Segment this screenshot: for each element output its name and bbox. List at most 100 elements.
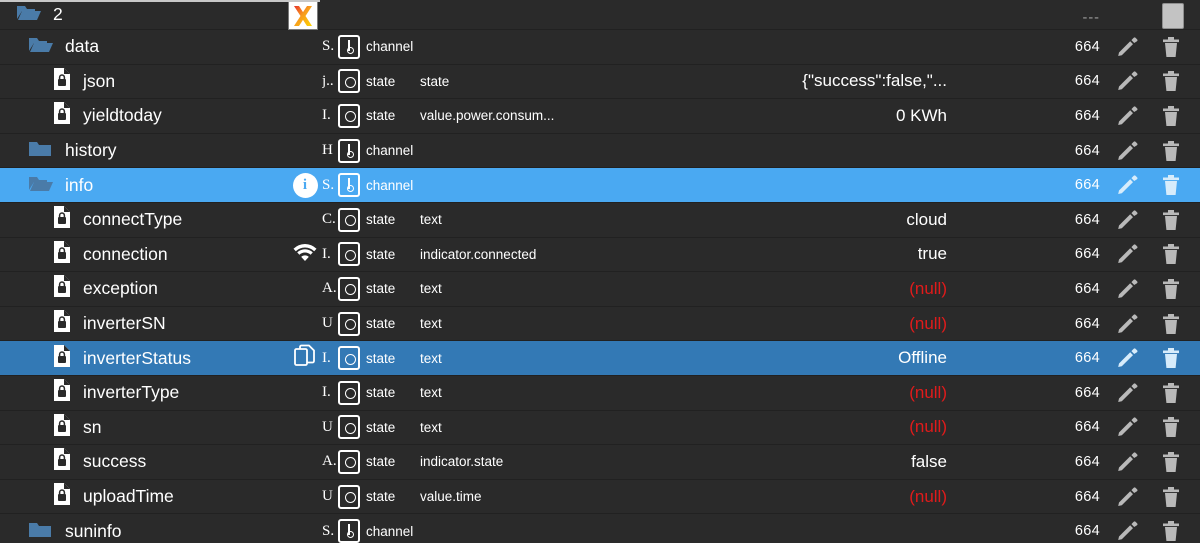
delete-button[interactable] bbox=[1156, 134, 1186, 168]
row-type-letter: S. bbox=[322, 176, 335, 193]
trash-icon bbox=[1161, 105, 1181, 127]
edit-button[interactable] bbox=[1112, 411, 1142, 445]
row-type-word: state bbox=[366, 385, 396, 401]
delete-button[interactable] bbox=[1156, 480, 1186, 514]
row-permission: 664 bbox=[1074, 73, 1100, 90]
file-lock-icon bbox=[52, 378, 72, 407]
edit-button[interactable] bbox=[1112, 272, 1142, 306]
x-logo-icon bbox=[288, 1, 318, 30]
row-value: 0 KWh bbox=[895, 105, 947, 125]
delete-button[interactable] bbox=[1156, 65, 1186, 99]
row-name-label: inverterType bbox=[83, 382, 180, 403]
delete-button[interactable] bbox=[1156, 411, 1186, 445]
pencil-icon bbox=[1116, 416, 1138, 438]
tree-row[interactable]: inverterType I. state text (null) 664 bbox=[0, 375, 1200, 411]
tree-row[interactable]: history Hchannel 664 bbox=[0, 133, 1200, 169]
edit-button[interactable] bbox=[1112, 134, 1142, 168]
row-value: {"success":false,"... bbox=[802, 71, 947, 91]
edit-button[interactable] bbox=[1112, 514, 1142, 543]
row-name-cell[interactable]: suninfo bbox=[0, 514, 121, 543]
state-glyph-icon bbox=[338, 449, 360, 474]
row-name-cell[interactable]: success bbox=[0, 445, 146, 479]
tree-row[interactable]: uploadTime Ustate value.time (null) 664 bbox=[0, 479, 1200, 515]
edit-button[interactable] bbox=[1112, 307, 1142, 341]
root-name-cell[interactable]: 2 bbox=[0, 0, 63, 29]
delete-button[interactable] bbox=[1156, 341, 1186, 375]
pencil-icon bbox=[1116, 278, 1138, 300]
tree-row[interactable]: success A. state indicator.state false 664 bbox=[0, 445, 1200, 480]
row-name-cell[interactable]: inverterType bbox=[0, 376, 179, 410]
tree-row[interactable]: yieldtoday I. state value.power.consum... 0 … bbox=[0, 99, 1200, 134]
delete-button[interactable] bbox=[1156, 376, 1186, 410]
row-type-word: channel bbox=[366, 143, 414, 159]
tree-row[interactable]: json j.. state state {"success":false,"... 66… bbox=[0, 64, 1200, 100]
state-glyph-icon bbox=[338, 207, 360, 232]
info-icon: i bbox=[292, 172, 318, 198]
tree-row[interactable]: connection I. state indicator.connected true… bbox=[0, 237, 1200, 273]
delete-button[interactable] bbox=[1156, 307, 1186, 341]
edit-button[interactable] bbox=[1112, 376, 1142, 410]
row-name-cell[interactable]: inverterStatus bbox=[0, 341, 191, 375]
row-badge-cell: i bbox=[288, 168, 322, 202]
tree-row[interactable]: info i S. channel 664 bbox=[0, 168, 1200, 203]
copy-icon[interactable] bbox=[293, 344, 317, 373]
row-name-cell[interactable]: inverterSN bbox=[0, 307, 166, 341]
state-glyph-icon bbox=[338, 415, 360, 440]
trash-icon[interactable] bbox=[1162, 3, 1184, 29]
edit-button[interactable] bbox=[1112, 65, 1142, 99]
row-badge-cell bbox=[288, 411, 322, 445]
row-name-cell[interactable]: connectType bbox=[0, 203, 182, 237]
row-name-cell[interactable]: info bbox=[0, 168, 93, 202]
delete-button[interactable] bbox=[1156, 99, 1186, 133]
edit-button[interactable] bbox=[1112, 30, 1142, 64]
delete-button[interactable] bbox=[1156, 272, 1186, 306]
edit-button[interactable] bbox=[1112, 480, 1142, 514]
delete-button[interactable] bbox=[1156, 445, 1186, 479]
trash-icon bbox=[1161, 382, 1181, 404]
trash-icon bbox=[1161, 347, 1181, 369]
delete-button[interactable] bbox=[1156, 238, 1186, 272]
row-name-cell[interactable]: exception bbox=[0, 272, 158, 306]
row-permission: 664 bbox=[1074, 177, 1100, 194]
edit-button[interactable] bbox=[1112, 168, 1142, 202]
pencil-icon bbox=[1116, 105, 1138, 127]
row-name-cell[interactable]: sn bbox=[0, 411, 101, 445]
row-type-letter: U bbox=[322, 315, 333, 332]
row-role: text bbox=[420, 350, 442, 366]
row-name-label: data bbox=[65, 36, 100, 57]
trash-icon bbox=[1161, 70, 1181, 92]
row-role: text bbox=[420, 281, 442, 297]
row-badge-cell bbox=[288, 272, 322, 306]
tree-row[interactable]: data S. channel 664 bbox=[0, 30, 1200, 65]
row-name-cell[interactable]: connection bbox=[0, 238, 168, 272]
tree-row[interactable]: sn Ustate text (null) 664 bbox=[0, 410, 1200, 446]
row-value: cloud bbox=[906, 209, 947, 229]
delete-button[interactable] bbox=[1156, 168, 1186, 202]
tree-row[interactable]: suninfo S. channel 664 bbox=[0, 514, 1200, 543]
edit-button[interactable] bbox=[1112, 238, 1142, 272]
delete-button[interactable] bbox=[1156, 514, 1186, 543]
row-name-cell[interactable]: json bbox=[0, 65, 115, 99]
tree-row[interactable]: exception A. state text (null) 664 bbox=[0, 272, 1200, 307]
edit-button[interactable] bbox=[1112, 203, 1142, 237]
row-name-cell[interactable]: data bbox=[0, 30, 99, 64]
tree-row[interactable]: inverterSN Ustate text (null) 664 bbox=[0, 306, 1200, 342]
delete-button[interactable] bbox=[1156, 203, 1186, 237]
header-dashes: --- bbox=[1082, 10, 1100, 26]
tree-row[interactable]: inverterStatus I. state text Offline 664 bbox=[0, 341, 1200, 376]
wifi-icon bbox=[291, 241, 319, 268]
row-permission: 664 bbox=[1074, 419, 1100, 436]
delete-button[interactable] bbox=[1156, 30, 1186, 64]
tree-row[interactable]: connectType C. state text cloud 664 bbox=[0, 202, 1200, 238]
row-name-cell[interactable]: history bbox=[0, 134, 117, 168]
row-name-cell[interactable]: uploadTime bbox=[0, 480, 174, 514]
edit-button[interactable] bbox=[1112, 445, 1142, 479]
row-badge-cell bbox=[288, 376, 322, 410]
row-value: (null) bbox=[909, 278, 947, 298]
row-name-label: info bbox=[65, 174, 94, 195]
edit-button[interactable] bbox=[1112, 99, 1142, 133]
row-name-cell[interactable]: yieldtoday bbox=[0, 99, 162, 133]
row-name-label: history bbox=[65, 140, 117, 161]
tree-root-row[interactable]: 2 --- bbox=[0, 0, 1200, 30]
edit-button[interactable] bbox=[1112, 341, 1142, 375]
